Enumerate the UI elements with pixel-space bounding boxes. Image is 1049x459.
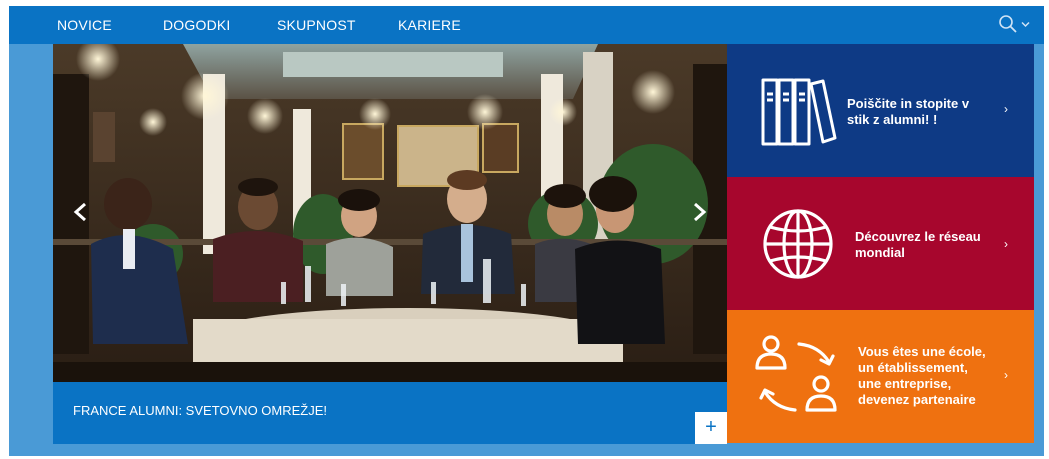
nav-item-kariere[interactable]: KARIERE — [398, 17, 461, 33]
books-icon — [761, 78, 837, 146]
tile-label-line: Poiščite in stopite v — [847, 96, 970, 111]
chevron-right-icon[interactable] — [689, 202, 709, 222]
page-frame: NOVICE DOGODKI SKUPNOST KARIERE FRANCE A… — [9, 6, 1044, 456]
tile-label-line: mondial — [855, 245, 905, 260]
hero-caption-bar: FRANCE ALUMNI: SVETOVNO OMREŽJE! + — [53, 382, 727, 444]
tile-label-line: Vous êtes une école, — [858, 344, 986, 359]
tile-find-alumni[interactable]: Poiščite in stopite v stik z alumni! ! › — [727, 44, 1034, 177]
expand-button[interactable]: + — [695, 412, 727, 444]
nav-item-dogodki[interactable]: DOGODKI — [163, 17, 231, 33]
hero-caption: FRANCE ALUMNI: SVETOVNO OMREŽJE! — [73, 403, 328, 418]
hero-photo — [53, 44, 727, 382]
chevron-right-icon: › — [1004, 102, 1008, 116]
search-icon — [999, 15, 1017, 33]
search-toggle[interactable] — [998, 14, 1030, 34]
chevron-right-icon: › — [1004, 368, 1008, 382]
tile-label-line: Découvrez le réseau — [855, 229, 981, 244]
chevron-right-icon: › — [1004, 237, 1008, 251]
tile-world-network[interactable]: Découvrez le réseau mondial › — [727, 177, 1034, 310]
tile-label-line: devenez partenaire — [858, 392, 976, 407]
tile-label-line: stik z alumni! ! — [847, 112, 938, 127]
chevron-down-icon — [1021, 21, 1030, 27]
nav-item-skupnost[interactable]: SKUPNOST — [277, 17, 356, 33]
top-navigation: NOVICE DOGODKI SKUPNOST KARIERE — [9, 6, 1044, 44]
chevron-left-icon[interactable] — [71, 202, 91, 222]
nav-item-novice[interactable]: NOVICE — [57, 17, 112, 33]
tile-label: Vous êtes une école, un établissement, u… — [858, 344, 986, 408]
tile-label-line: une entreprise, — [858, 376, 952, 391]
hero-carousel — [53, 44, 727, 382]
tile-label: Découvrez le réseau mondial — [855, 229, 981, 261]
tile-label-line: un établissement, — [858, 360, 968, 375]
globe-icon — [763, 209, 833, 279]
tile-become-partner[interactable]: Vous êtes une école, un établissement, u… — [727, 310, 1034, 443]
people-exchange-icon — [755, 335, 837, 412]
tile-label: Poiščite in stopite v stik z alumni! ! — [847, 96, 969, 128]
